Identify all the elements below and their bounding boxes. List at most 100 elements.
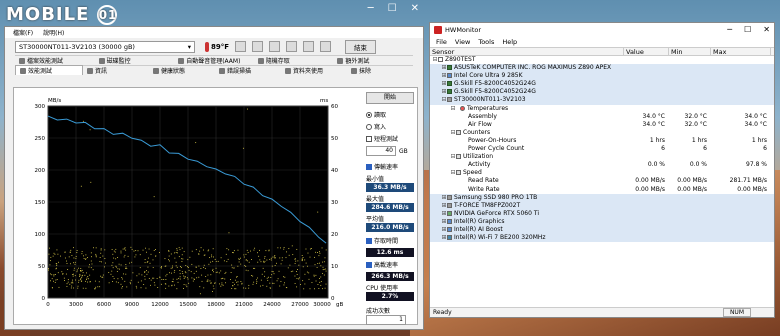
read-option[interactable]: 讀取 bbox=[366, 110, 418, 119]
sensor-row[interactable]: ⊟ ST30000NT011-3V2103 bbox=[430, 96, 774, 105]
x-axis-label: gB bbox=[336, 302, 343, 308]
sensor-row[interactable]: ⊟ Z890TEST bbox=[430, 56, 774, 64]
options-icon[interactable] bbox=[286, 41, 298, 52]
tab-error-scan[interactable]: 錯誤掃描 bbox=[215, 65, 281, 75]
min-label: 最小值 bbox=[366, 176, 385, 183]
exit-button[interactable]: 結束 bbox=[345, 39, 377, 54]
sensor-row[interactable]: ⊞ ASUSTeK COMPUTER INC. ROG MAXIMUS Z890 … bbox=[430, 64, 774, 73]
access-time-point bbox=[164, 283, 166, 285]
access-time-point bbox=[264, 275, 266, 277]
sensor-row[interactable]: ⊟ Speed bbox=[430, 169, 774, 177]
tab-info[interactable]: 資訊 bbox=[83, 65, 149, 75]
expand-toggle-icon[interactable]: ⊟ bbox=[450, 105, 456, 113]
access-time-point bbox=[148, 248, 150, 250]
watermark-text: MOBILE bbox=[6, 4, 90, 25]
menu-view[interactable]: View bbox=[455, 38, 470, 46]
minimize-icon[interactable]: ─ bbox=[368, 3, 374, 14]
tab-disk-monitor[interactable]: 磁碟監控 bbox=[94, 55, 175, 65]
tab-random-access[interactable]: 隨機存取 bbox=[253, 55, 334, 65]
write-radio[interactable] bbox=[366, 123, 372, 130]
copy-icon[interactable] bbox=[235, 41, 247, 52]
menu-help[interactable]: 說明(H) bbox=[43, 28, 64, 37]
read-radio[interactable] bbox=[366, 111, 372, 118]
screenshot-icon[interactable] bbox=[269, 41, 281, 52]
sensor-row[interactable]: Power-On-Hours 1 hrs 1 hrs 1 hrs bbox=[430, 137, 774, 145]
column-min[interactable]: Min bbox=[669, 48, 711, 56]
tab-extra-tests[interactable]: 額外測試 bbox=[333, 55, 413, 65]
menu-help[interactable]: Help bbox=[502, 38, 517, 46]
access-time-point bbox=[64, 257, 66, 259]
access-time-point bbox=[325, 283, 327, 285]
access-time-point bbox=[194, 279, 195, 281]
access-time-checkbox[interactable] bbox=[366, 237, 372, 244]
download-icon[interactable] bbox=[320, 41, 332, 52]
close-icon[interactable]: ✕ bbox=[411, 3, 419, 14]
column-max[interactable]: Max bbox=[711, 48, 771, 56]
sensor-row[interactable]: Assembly 34.0 °C 32.0 °C 34.0 °C bbox=[430, 113, 774, 121]
sensor-row[interactable]: ⊞ Intel(R) Graphics bbox=[430, 217, 774, 226]
access-time-point bbox=[171, 272, 172, 274]
hwmonitor-app-icon bbox=[434, 25, 442, 34]
sensor-row[interactable]: ⊞ NVIDIA GeForce RTX 5060 Ti bbox=[430, 209, 774, 218]
tab-aam[interactable]: 自動聲音管理(AAM) bbox=[174, 55, 254, 65]
tab-folder-usage[interactable]: 資料夾使用 bbox=[281, 65, 347, 75]
tab-benchmark[interactable]: 效能測試 bbox=[15, 65, 83, 75]
transfer-rate-option[interactable]: 傳輸速率 bbox=[366, 162, 418, 171]
sensor-row[interactable]: ⊞ T-FORCE TM8FPZ002T bbox=[430, 201, 774, 210]
access-time-point bbox=[288, 254, 290, 256]
sensor-row[interactable]: ⊞ G.Skill F5-8200C4052G24G bbox=[430, 80, 774, 89]
copy-info-icon[interactable] bbox=[252, 41, 264, 52]
sensor-row[interactable]: ⊞ Intel(R) AI Boost bbox=[430, 225, 774, 235]
short-stroke-input[interactable]: 40 bbox=[366, 146, 396, 156]
access-time-point bbox=[174, 270, 176, 272]
passes-input[interactable]: 1 bbox=[366, 315, 406, 325]
hdtune-window: ─ ☐ ✕ 檔案(F) 說明(H) ST30000NT011-3V2103 (3… bbox=[4, 3, 424, 330]
access-time-outlier bbox=[82, 120, 84, 122]
access-time-point bbox=[176, 266, 178, 268]
access-time-point bbox=[115, 265, 117, 267]
sensor-row[interactable]: ⊟ Counters bbox=[430, 129, 774, 137]
tab-health[interactable]: 健康狀態 bbox=[149, 65, 215, 75]
access-time-point bbox=[322, 288, 324, 290]
sensor-name-cell: ⊞ Intel(R) Wi-Fi 7 BE200 320MHz bbox=[430, 234, 624, 242]
sensor-row[interactable]: ⊞ Intel Core Ultra 9 285K bbox=[430, 72, 774, 81]
maximize-icon[interactable]: ☐ bbox=[388, 3, 397, 14]
access-time-point bbox=[187, 278, 189, 280]
burst-rate-checkbox[interactable] bbox=[366, 261, 372, 268]
transfer-rate-checkbox[interactable] bbox=[366, 163, 372, 170]
access-time-point bbox=[260, 261, 262, 263]
start-button[interactable]: 開始 bbox=[366, 92, 414, 104]
drive-select[interactable]: ST30000NT011-3V2103 (30000 gB) ▾ bbox=[15, 40, 195, 53]
sensor-row[interactable]: ⊞ Intel(R) Wi-Fi 7 BE200 320MHz bbox=[430, 234, 774, 243]
sensor-row[interactable]: ⊟ Utilization bbox=[430, 153, 774, 161]
sensor-min-cell bbox=[669, 153, 711, 161]
tab-file-benchmark[interactable]: 檔案效能測試 bbox=[15, 55, 95, 65]
maximize-icon[interactable]: ☐ bbox=[744, 25, 751, 34]
column-value[interactable]: Value bbox=[624, 48, 669, 56]
minimize-icon[interactable]: ─ bbox=[727, 25, 732, 34]
menu-tools[interactable]: Tools bbox=[478, 38, 494, 46]
sensor-row[interactable]: ⊞ G.Skill F5-8200C4052G24G bbox=[430, 88, 774, 97]
close-icon[interactable]: ✕ bbox=[763, 25, 770, 34]
save-icon[interactable] bbox=[303, 41, 315, 52]
tab-erase[interactable]: 抹除 bbox=[347, 65, 413, 75]
speaker-icon bbox=[178, 57, 185, 64]
column-sensor[interactable]: Sensor bbox=[430, 48, 624, 56]
sensor-row[interactable]: Write Rate 0.00 MB/s 0.00 MB/s 0.00 MB/s bbox=[430, 186, 774, 194]
short-stroke-option[interactable]: 短程測試 bbox=[366, 134, 418, 143]
write-option[interactable]: 寫入 bbox=[366, 122, 418, 131]
sensor-row[interactable]: Activity 0.0 % 0.0 % 97.8 % bbox=[430, 161, 774, 169]
short-stroke-checkbox[interactable] bbox=[366, 135, 372, 142]
sensor-label: Speed bbox=[463, 169, 482, 177]
menu-file[interactable]: File bbox=[436, 38, 447, 46]
access-time-point bbox=[159, 252, 160, 253]
menu-file[interactable]: 檔案(F) bbox=[13, 28, 33, 37]
access-time-point bbox=[111, 264, 113, 266]
sensor-row[interactable]: ⊟ Temperatures bbox=[430, 105, 774, 113]
sensor-row[interactable]: ⊞ Samsung SSD 980 PRO 1TB bbox=[430, 193, 774, 202]
sensor-row[interactable]: Read Rate 0.00 MB/s 0.00 MB/s 281.71 MB/s bbox=[430, 177, 774, 185]
sensor-row[interactable]: Power Cycle Count 6 6 6 bbox=[430, 145, 774, 153]
access-time-option[interactable]: 存取時間 bbox=[366, 236, 418, 245]
sensor-row[interactable]: Air Flow 34.0 °C 32.0 °C 34.0 °C bbox=[430, 121, 774, 129]
burst-rate-option[interactable]: 高載速率 bbox=[366, 260, 418, 269]
